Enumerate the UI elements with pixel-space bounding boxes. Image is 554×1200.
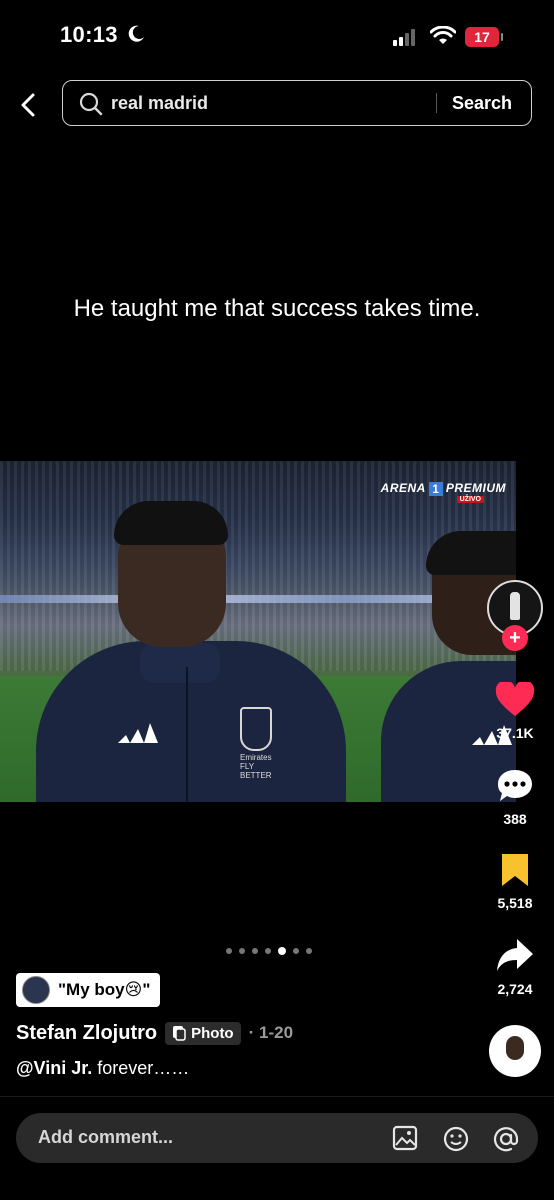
comment-button[interactable]: 388 [484,768,546,827]
bookmark-icon [502,854,528,886]
top-bar: real madrid Search [0,80,554,130]
real-madrid-crest-icon [240,707,272,751]
status-bar: 10:13 17 [0,0,554,76]
slide-dot[interactable] [252,947,258,954]
tag-chip[interactable]: "My boy😢" [16,973,161,1007]
slide-indicator [226,942,319,955]
like-button[interactable]: 37.1K [484,680,546,741]
post-description: @Vini Jr. forever…… [16,1058,189,1079]
adidas-logo-icon [118,723,158,743]
slide-dot-active[interactable] [278,946,286,955]
player-right-hair [426,531,516,575]
share-button[interactable]: 2,724 [484,936,546,997]
broadcast-logo: ARENA 1 PREMIUM [381,481,506,496]
tag-label: "My boy😢" [58,980,151,999]
mention-at-icon[interactable] [492,1125,520,1153]
mention-link[interactable]: @Vini Jr. [16,1058,92,1078]
search-input[interactable]: real madrid [111,93,208,114]
description-text: forever…… [92,1058,190,1078]
live-badge: UŽIVO [456,496,484,503]
slide-dot[interactable] [306,947,312,954]
post-photo[interactable]: Emirates FLY BETTER ARENA 1 PREMIUM UŽIVO [0,461,516,802]
post-meta: Stefan Zlojutro Photo · 1-20 [16,1018,293,1048]
search-divider [436,93,437,113]
photo-stack-icon [173,1026,186,1041]
clock: 10:13 [60,22,118,47]
divider [0,1096,554,1097]
slide-dot[interactable] [226,947,232,954]
comment-bubble-icon [498,770,532,801]
broadcast-brand: ARENA [380,481,426,495]
broadcast-tier: PREMIUM [445,481,506,495]
jersey-sponsor: Emirates FLY BETTER [240,753,272,780]
back-arrow-icon[interactable] [18,92,40,118]
jacket-zip [186,667,188,802]
image-icon[interactable] [392,1125,418,1151]
slide-dot[interactable] [293,947,299,954]
photo-badge: Photo [165,1021,241,1045]
share-arrow-icon [497,939,533,971]
save-count: 5,518 [497,895,533,911]
search-bar[interactable]: real madrid Search [62,80,532,126]
heart-icon [495,680,535,716]
tag-avatar [22,976,50,1004]
wifi-icon [430,26,456,44]
share-count: 2,724 [497,981,533,997]
slide-dot[interactable] [265,947,271,954]
username[interactable]: Stefan Zlojutro [16,1022,157,1045]
search-button[interactable]: Search [452,93,512,114]
battery-indicator: 17 [465,27,503,47]
save-button[interactable]: 5,518 [484,852,546,911]
follow-button[interactable]: + [502,625,528,651]
broadcast-number: 1 [428,481,443,496]
comment-input[interactable]: Add comment... [16,1113,538,1163]
slide-dot[interactable] [239,947,245,954]
post-caption: He taught me that success takes time. [73,295,481,322]
jacket-collar [140,643,220,683]
search-icon [79,92,103,116]
emoji-icon[interactable] [442,1125,470,1153]
like-count: 37.1K [496,725,534,741]
photo-badge-label: Photo [191,1024,234,1042]
comment-count: 388 [503,811,527,827]
post-date: · 1-20 [248,1023,294,1042]
music-disc-figure [506,1036,524,1060]
moon-icon [128,25,144,42]
signal-icon [393,28,417,46]
player-left-hair [114,501,228,545]
avatar-figure [510,592,520,620]
comment-placeholder: Add comment... [38,1127,174,1147]
